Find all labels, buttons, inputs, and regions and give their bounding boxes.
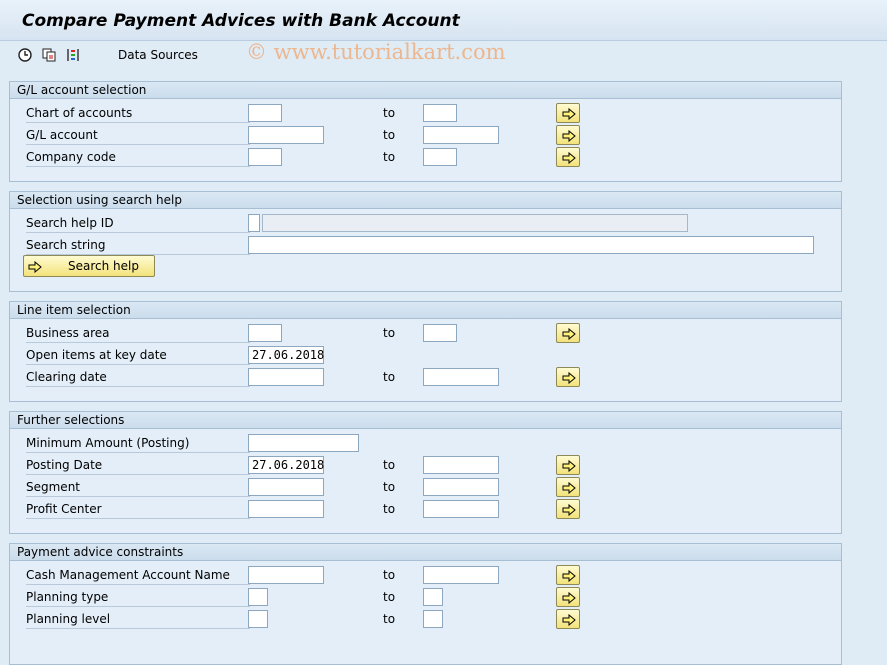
arrow-right-icon: [562, 614, 576, 626]
cash-management-account-low-input[interactable]: [248, 566, 324, 584]
arrow-right-icon: [562, 130, 576, 142]
label-minimum-amount: Minimum Amount (Posting): [26, 434, 250, 453]
group-title: Further selections: [10, 412, 841, 429]
label-business-area: Business area: [26, 324, 250, 343]
to-label: to: [383, 326, 396, 340]
arrow-right-icon: [562, 482, 576, 494]
group-further-selections: Further selections Minimum Amount (Posti…: [9, 411, 842, 534]
company-code-multiple-selection-button[interactable]: [556, 147, 580, 167]
group-title: Selection using search help: [10, 192, 841, 209]
arrow-right-icon: [562, 460, 576, 472]
arrow-right-icon: [562, 372, 576, 384]
cash-management-account-high-input[interactable]: [423, 566, 499, 584]
title-bar: Compare Payment Advices with Bank Accoun…: [0, 0, 887, 41]
business-area-low-input[interactable]: [248, 324, 282, 342]
business-area-high-input[interactable]: [423, 324, 457, 342]
posting-date-multiple-selection-button[interactable]: [556, 455, 580, 475]
profit-center-high-input[interactable]: [423, 500, 499, 518]
to-label: to: [383, 568, 396, 582]
open-items-key-date-input[interactable]: 27.06.2018: [248, 346, 324, 364]
search-help-button[interactable]: Search help: [23, 255, 155, 277]
copy-icon[interactable]: [41, 47, 57, 63]
label-posting-date: Posting Date: [26, 456, 250, 475]
to-label: to: [383, 612, 396, 626]
segment-high-input[interactable]: [423, 478, 499, 496]
to-label: to: [383, 480, 396, 494]
posting-date-high-input[interactable]: [423, 456, 499, 474]
planning-type-low-input[interactable]: [248, 588, 268, 606]
search-help-button-label: Search help: [68, 259, 139, 273]
data-sources-button[interactable]: Data Sources: [118, 48, 198, 62]
planning-type-high-input[interactable]: [423, 588, 443, 606]
gl-account-multiple-selection-button[interactable]: [556, 125, 580, 145]
segment-multiple-selection-button[interactable]: [556, 477, 580, 497]
label-gl-account: G/L account: [26, 126, 250, 145]
label-planning-type: Planning type: [26, 588, 250, 607]
label-cash-management-account-name: Cash Management Account Name: [26, 566, 250, 585]
chart-of-accounts-low-input[interactable]: [248, 104, 282, 122]
search-string-input[interactable]: [248, 236, 814, 254]
clearing-date-high-input[interactable]: [423, 368, 499, 386]
label-planning-level: Planning level: [26, 610, 250, 629]
gl-account-high-input[interactable]: [423, 126, 499, 144]
clearing-date-multiple-selection-button[interactable]: [556, 367, 580, 387]
label-company-code: Company code: [26, 148, 250, 167]
label-search-string: Search string: [26, 236, 250, 255]
business-area-multiple-selection-button[interactable]: [556, 323, 580, 343]
planning-level-multiple-selection-button[interactable]: [556, 609, 580, 629]
clearing-date-low-input[interactable]: [248, 368, 324, 386]
to-label: to: [383, 458, 396, 472]
variant-icon[interactable]: [65, 47, 81, 63]
to-label: to: [383, 590, 396, 604]
to-label: to: [383, 128, 396, 142]
planning-level-low-input[interactable]: [248, 610, 268, 628]
to-label: to: [383, 150, 396, 164]
gl-account-low-input[interactable]: [248, 126, 324, 144]
planning-level-high-input[interactable]: [423, 610, 443, 628]
segment-low-input[interactable]: [248, 478, 324, 496]
group-title: Line item selection: [10, 302, 841, 319]
group-title: G/L account selection: [10, 82, 841, 99]
arrow-right-icon: [562, 328, 576, 340]
chart-of-accounts-multiple-selection-button[interactable]: [556, 103, 580, 123]
label-open-items-key-date: Open items at key date: [26, 346, 250, 365]
group-search-help-selection: Selection using search help Search help …: [9, 191, 842, 292]
page-title: Compare Payment Advices with Bank Accoun…: [22, 11, 460, 31]
group-title: Payment advice constraints: [10, 544, 841, 561]
label-segment: Segment: [26, 478, 250, 497]
chart-of-accounts-high-input[interactable]: [423, 104, 457, 122]
label-search-help-id: Search help ID: [26, 214, 250, 233]
arrow-right-icon: [562, 152, 576, 164]
profit-center-multiple-selection-button[interactable]: [556, 499, 580, 519]
arrow-right-icon: [562, 570, 576, 582]
minimum-amount-input[interactable]: [248, 434, 359, 452]
arrow-right-icon: [562, 592, 576, 604]
arrow-right-icon: [28, 261, 42, 273]
to-label: to: [383, 370, 396, 384]
group-payment-advice-constraints: Payment advice constraints Cash Manageme…: [9, 543, 842, 665]
group-gl-account-selection: G/L account selection Chart of accounts …: [9, 81, 842, 182]
label-profit-center: Profit Center: [26, 500, 250, 519]
label-chart-of-accounts: Chart of accounts: [26, 104, 250, 123]
profit-center-low-input[interactable]: [248, 500, 324, 518]
to-label: to: [383, 502, 396, 516]
application-toolbar: Data Sources © www.tutorialkart.com: [0, 40, 887, 71]
posting-date-low-input[interactable]: 27.06.2018: [248, 456, 324, 474]
planning-type-multiple-selection-button[interactable]: [556, 587, 580, 607]
arrow-right-icon: [562, 108, 576, 120]
watermark: © www.tutorialkart.com: [246, 40, 506, 64]
company-code-low-input[interactable]: [248, 148, 282, 166]
label-clearing-date: Clearing date: [26, 368, 250, 387]
company-code-high-input[interactable]: [423, 148, 457, 166]
execute-icon[interactable]: [17, 47, 33, 63]
search-help-id-input[interactable]: [248, 214, 260, 232]
search-help-description-field: [262, 214, 688, 232]
group-line-item-selection: Line item selection Business area to Ope…: [9, 301, 842, 402]
cash-management-account-multiple-selection-button[interactable]: [556, 565, 580, 585]
arrow-right-icon: [562, 504, 576, 516]
to-label: to: [383, 106, 396, 120]
